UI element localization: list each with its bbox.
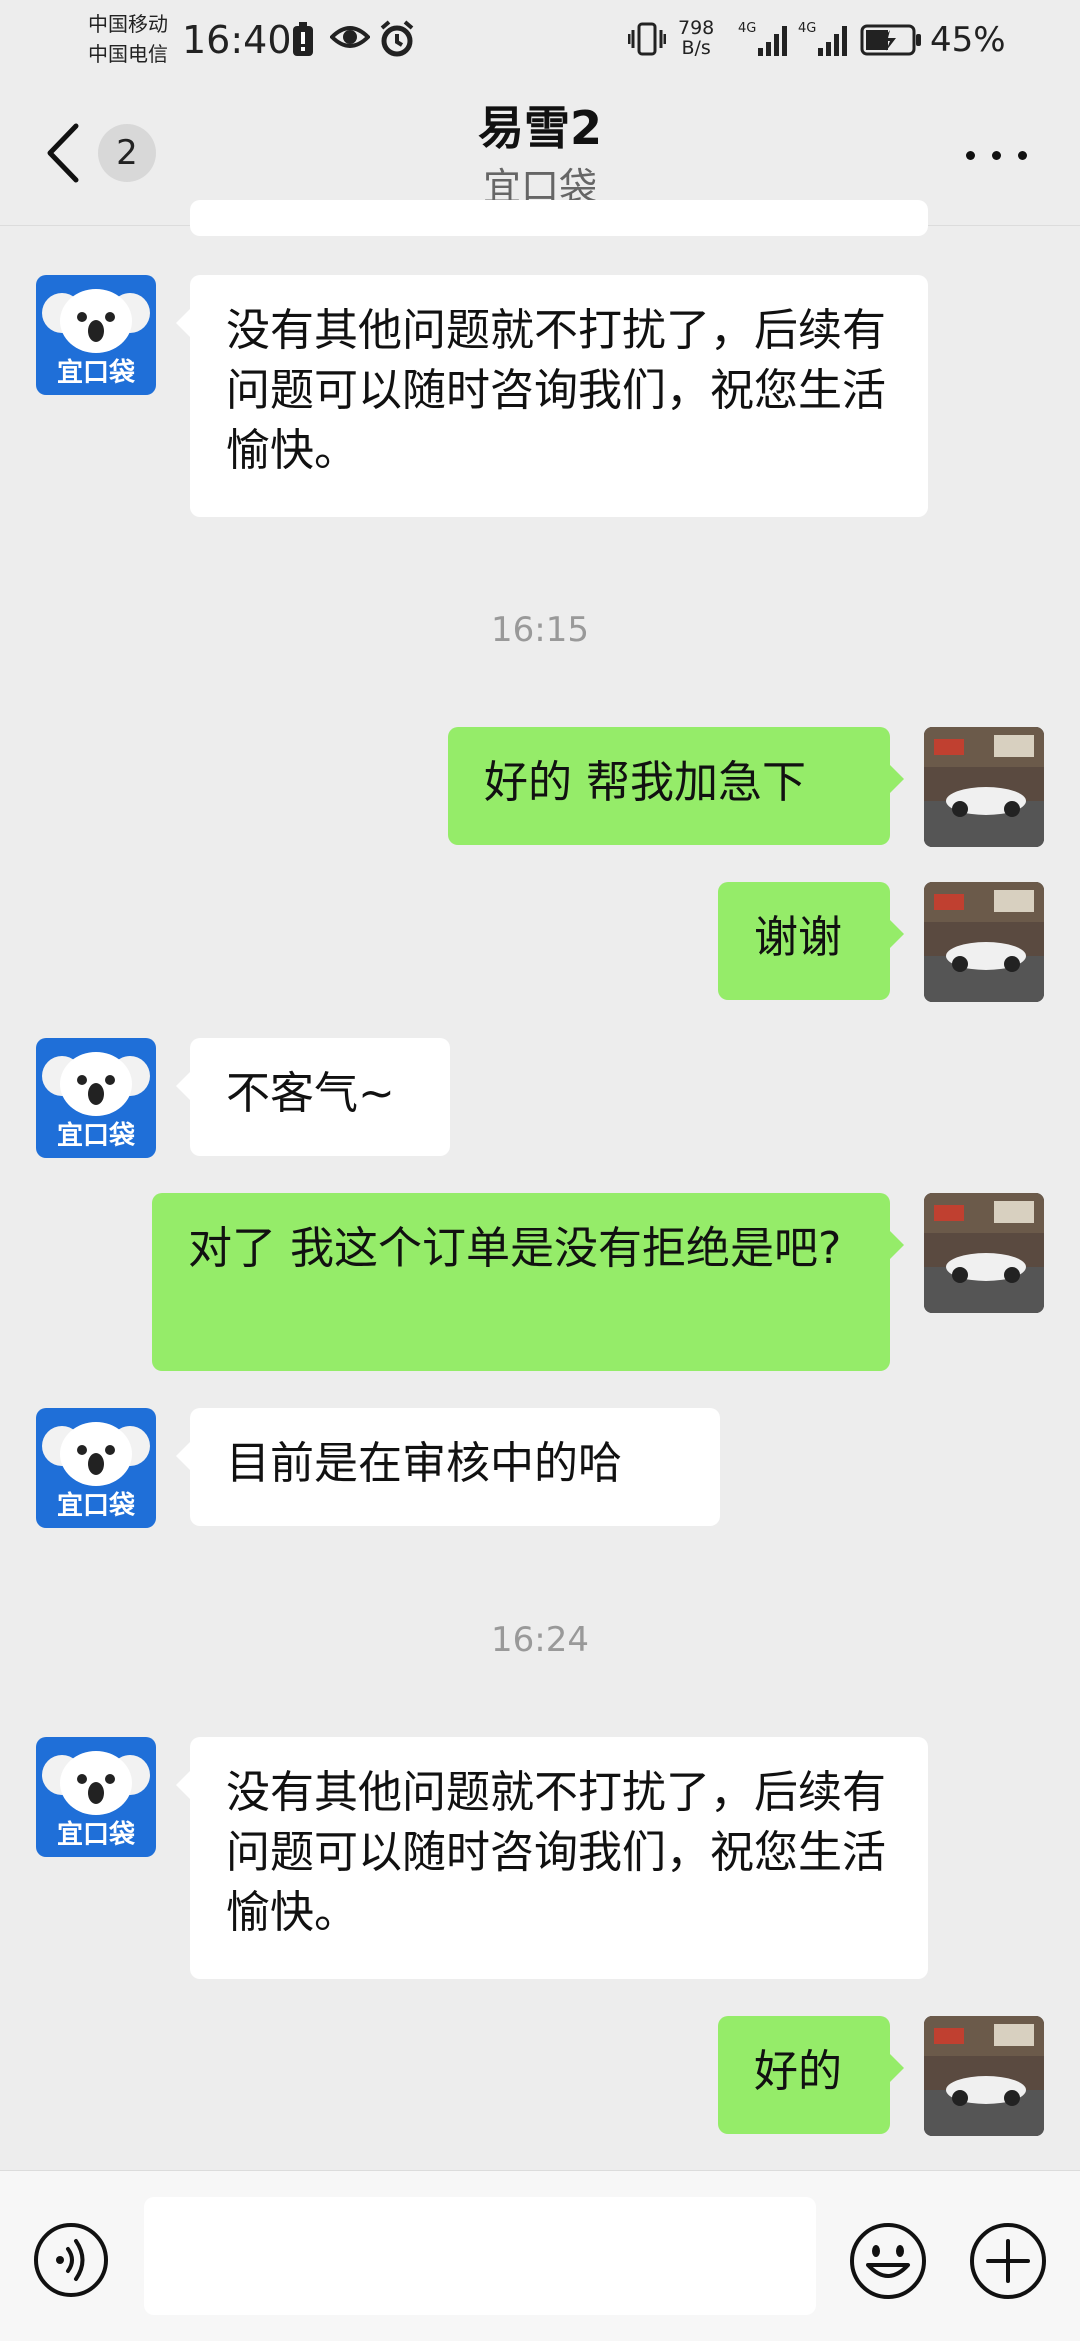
message-bubble-incoming[interactable]: 没有其他问题就不打扰了，后续有问题可以随时咨询我们，祝您生活愉快。 [176, 1737, 928, 1979]
user-avatar-photo [924, 727, 1044, 847]
message-bubble-incoming[interactable]: 目前是在审核中的哈 [176, 1408, 720, 1526]
carrier-label-2: 中国电信 [88, 42, 168, 66]
message-bubble-outgoing[interactable]: 好的 [718, 2016, 904, 2134]
message-text: 目前是在审核中的哈 [226, 1438, 622, 1489]
message-text: 对了 我这个订单是没有拒绝是吧? [188, 1223, 842, 1274]
user-avatar-photo [924, 2016, 1044, 2136]
bot-avatar[interactable]: 宜口袋 [36, 1737, 156, 1857]
user-avatar-photo [924, 1193, 1044, 1313]
status-bar: 中国移动 中国电信 16:40 798 B/s 4G 4G 45% [0, 0, 1080, 80]
signal-4g-icon-1: 4G [738, 21, 787, 56]
svg-text:宜口袋: 宜口袋 [57, 1120, 136, 1151]
message-text: 谢谢 [754, 912, 842, 963]
message-timestamp: 16:24 [491, 1620, 589, 1660]
battery-saver-icon [293, 22, 313, 56]
voice-input-icon[interactable] [32, 2221, 110, 2299]
message-bubble-incoming[interactable]: 没有其他问题就不打扰了，后续有问题可以随时咨询我们，祝您生活愉快。 [176, 275, 928, 517]
alarm-icon [380, 20, 414, 57]
vibrate-icon [628, 22, 666, 56]
koala-avatar-icon: 宜口袋 [36, 275, 156, 395]
signal-4g-icon-2: 4G [798, 21, 847, 56]
svg-text:4G: 4G [798, 21, 816, 36]
message-bubble-outgoing[interactable]: 好的 帮我加急下 [448, 727, 904, 845]
battery-percentage: 45% [930, 20, 1006, 60]
svg-text:宜口袋: 宜口袋 [57, 1819, 136, 1850]
unread-count-badge[interactable]: 2 [98, 124, 156, 182]
user-avatar[interactable] [924, 1193, 1044, 1313]
emoji-icon[interactable] [848, 2221, 928, 2301]
koala-avatar-icon: 宜口袋 [36, 1408, 156, 1528]
koala-avatar-icon: 宜口袋 [36, 1038, 156, 1158]
message-text: 不客气~ [226, 1068, 395, 1119]
bot-avatar[interactable]: 宜口袋 [36, 275, 156, 395]
more-options-icon[interactable] [962, 140, 1032, 170]
message-text: 好的 帮我加急下 [484, 757, 806, 808]
koala-avatar-icon: 宜口袋 [36, 1737, 156, 1857]
message-text-input[interactable] [144, 2197, 816, 2315]
svg-text:宜口袋: 宜口袋 [57, 1490, 136, 1521]
battery-charging-icon [860, 24, 921, 56]
user-avatar-photo [924, 882, 1044, 1002]
message-bubble-incoming[interactable]: 不客气~ [176, 1038, 450, 1156]
message-text: 没有其他问题就不打扰了，后续有问题可以随时咨询我们，祝您生活愉快。 [226, 1767, 886, 1938]
user-avatar[interactable] [924, 2016, 1044, 2136]
carrier-label-1: 中国移动 [88, 12, 168, 36]
partial-message-bubble [190, 200, 928, 236]
bot-avatar[interactable]: 宜口袋 [36, 1408, 156, 1528]
message-text: 好的 [754, 2046, 842, 2097]
net-speed-value: 798 [678, 17, 715, 39]
user-avatar[interactable] [924, 727, 1044, 847]
message-bubble-outgoing[interactable]: 对了 我这个订单是没有拒绝是吧? [152, 1193, 904, 1371]
message-input-bar [0, 2170, 1080, 2341]
status-time: 16:40 [182, 18, 292, 62]
eye-icon [330, 26, 370, 48]
svg-text:4G: 4G [738, 21, 756, 36]
more-functions-plus-icon[interactable] [968, 2221, 1048, 2301]
message-text: 没有其他问题就不打扰了，后续有问题可以随时咨询我们，祝您生活愉快。 [226, 305, 886, 476]
net-speed: 798 B/s [678, 18, 714, 58]
back-icon[interactable] [40, 122, 90, 184]
message-timestamp: 16:15 [491, 610, 589, 650]
svg-text:宜口袋: 宜口袋 [57, 357, 136, 388]
user-avatar[interactable] [924, 882, 1044, 1002]
net-speed-unit: B/s [681, 37, 711, 59]
chat-title: 易雪2 [477, 101, 602, 155]
bot-avatar[interactable]: 宜口袋 [36, 1038, 156, 1158]
message-bubble-outgoing[interactable]: 谢谢 [718, 882, 904, 1000]
